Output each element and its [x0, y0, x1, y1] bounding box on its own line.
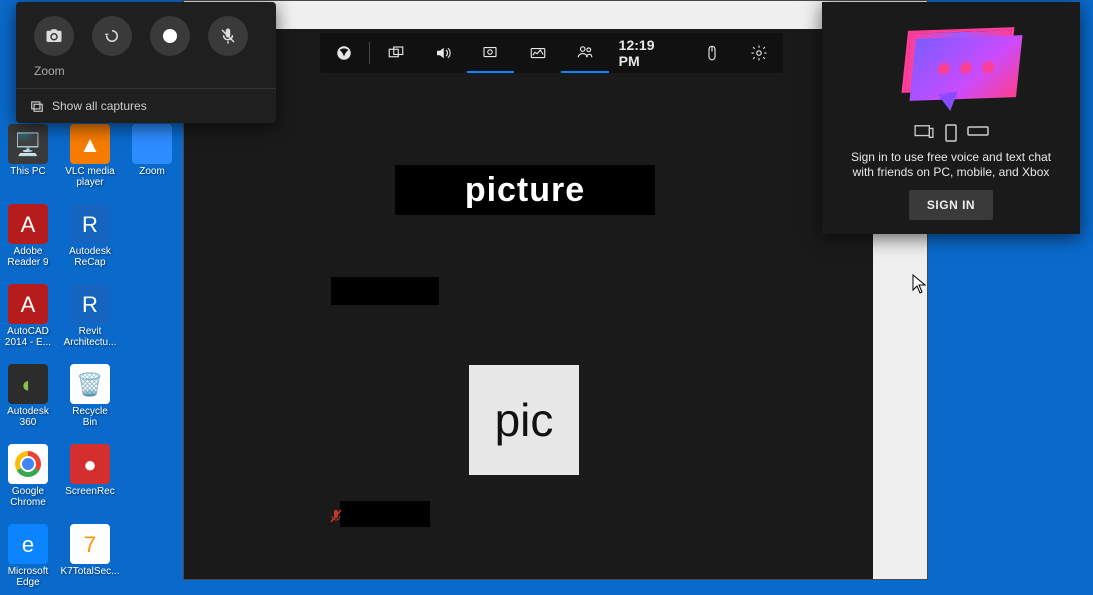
screenrec-icon: ●	[70, 444, 110, 484]
capture-source-label: Zoom	[16, 64, 276, 88]
participant-tile-small-2[interactable]	[340, 501, 430, 527]
audio-button[interactable]	[420, 33, 467, 73]
desktop-icon-zoom[interactable]: Zoom	[126, 124, 178, 188]
zoom-icon	[132, 124, 172, 164]
desktop-icon-label: Zoom	[139, 166, 165, 177]
window-titlebar[interactable]	[184, 1, 927, 29]
capture-widget: Zoom Show all captures	[16, 2, 276, 123]
recap-icon: R	[70, 204, 110, 244]
mic-off-icon	[219, 27, 237, 45]
widgets-icon	[387, 44, 405, 62]
widgets-button[interactable]	[372, 33, 419, 73]
social-icon	[576, 43, 594, 61]
desktop-icon-label: Microsoft Edge	[2, 566, 54, 588]
social-signin-text: Sign in to use free voice and text chat …	[851, 150, 1051, 180]
desktop-icon-recap[interactable]: RAutodesk ReCap	[64, 204, 116, 268]
camera-icon	[45, 27, 63, 45]
xbox-social-button[interactable]	[561, 33, 608, 73]
mouse-icon	[703, 44, 721, 62]
a360-icon: ◐	[8, 364, 48, 404]
start-recording-button[interactable]	[150, 16, 190, 56]
desktop-icon-label: This PC	[10, 166, 46, 177]
zoom-body: picture pic	[184, 29, 927, 579]
speaker-icon	[434, 44, 452, 62]
desktop-icon-a360[interactable]: ◐Autodesk 360	[2, 364, 54, 428]
participant-label: picture	[465, 171, 585, 210]
xbox-icon	[335, 44, 353, 62]
chrome-icon	[8, 444, 48, 484]
revit-icon: R	[70, 284, 110, 324]
mouse-cursor	[912, 274, 926, 299]
game-bar[interactable]: 12:19 PM	[320, 33, 783, 73]
gallery-icon	[30, 99, 44, 113]
mic-toggle-button[interactable]	[208, 16, 248, 56]
adobe-icon: A	[8, 204, 48, 244]
participant-tile-pic[interactable]: pic	[469, 365, 579, 475]
gamebar-time: 12:19 PM	[609, 37, 689, 69]
sign-in-button[interactable]: SIGN IN	[909, 190, 993, 220]
desktop-icon-chrome[interactable]: Google Chrome	[2, 444, 54, 508]
desktop-icon-screenrec[interactable]: ● ScreenRec	[64, 444, 116, 508]
desktop-icon-revit[interactable]: RRevit Architectu...	[64, 284, 116, 348]
participant-label: pic	[495, 393, 554, 447]
desktop-icon-vlc[interactable]: ▲VLC media player	[64, 124, 116, 188]
k7-icon: 7	[70, 524, 110, 564]
vlc-icon: ▲	[70, 124, 110, 164]
performance-button[interactable]	[514, 33, 561, 73]
desktop-icon-k7[interactable]: 7K7TotalSec...	[64, 524, 116, 588]
desktop-icon-adobe-reader[interactable]: AAdobe Reader 9	[2, 204, 54, 268]
show-all-captures-label: Show all captures	[52, 99, 147, 113]
desktop-icon-label: ScreenRec	[65, 486, 114, 497]
desktop-icon-label: Autodesk 360	[2, 406, 54, 428]
xbox-social-card: Sign in to use free voice and text chat …	[822, 2, 1080, 234]
capture-icon	[481, 43, 499, 61]
pc-icon	[913, 124, 935, 140]
mobile-icon	[945, 124, 957, 142]
zoom-stage: picture pic	[184, 29, 873, 579]
desktop-icon-label: AutoCAD 2014 - E...	[2, 326, 54, 348]
screenshot-button[interactable]	[34, 16, 74, 56]
participant-tile-picture[interactable]: picture	[395, 165, 655, 215]
zoom-window: picture pic	[183, 0, 928, 580]
desktop-icon-label: Autodesk ReCap	[64, 246, 116, 268]
settings-button[interactable]	[736, 33, 783, 73]
console-icon	[967, 124, 989, 138]
desktop-icon-label: Revit Architectu...	[64, 326, 117, 348]
desktop-icon-label: Adobe Reader 9	[2, 246, 54, 268]
gear-icon	[750, 44, 768, 62]
participant-tile-small-1[interactable]	[331, 277, 439, 305]
muted-mic-icon	[330, 509, 342, 526]
mouse-button[interactable]	[688, 33, 735, 73]
desktop-icon-label: K7TotalSec...	[61, 566, 120, 577]
edge-icon: e	[8, 524, 48, 564]
capture-button[interactable]	[467, 33, 514, 73]
pc-icon: 🖥️	[8, 124, 48, 164]
device-icons	[913, 124, 989, 142]
autocad-icon: A	[8, 284, 48, 324]
desktop-icon-autocad[interactable]: AAutoCAD 2014 - E...	[2, 284, 54, 348]
record-last-icon	[103, 27, 121, 45]
xbox-button[interactable]	[320, 33, 367, 73]
desktop-icon-label: Google Chrome	[2, 486, 54, 508]
recycle-bin-icon: 🗑️	[70, 364, 110, 404]
desktop-icon-this-pc[interactable]: 🖥️ This PC	[2, 124, 54, 188]
desktop-icon-edge[interactable]: eMicrosoft Edge	[2, 524, 54, 588]
show-all-captures-button[interactable]: Show all captures	[16, 88, 276, 123]
desktop-icon-label: VLC media player	[64, 166, 116, 188]
chat-illustration	[866, 14, 1036, 120]
desktop-icon-label: Recycle Bin	[64, 406, 116, 428]
desktop-icon-recycle-bin[interactable]: 🗑️Recycle Bin	[64, 364, 116, 428]
performance-icon	[529, 44, 547, 62]
record-last-button[interactable]	[92, 16, 132, 56]
